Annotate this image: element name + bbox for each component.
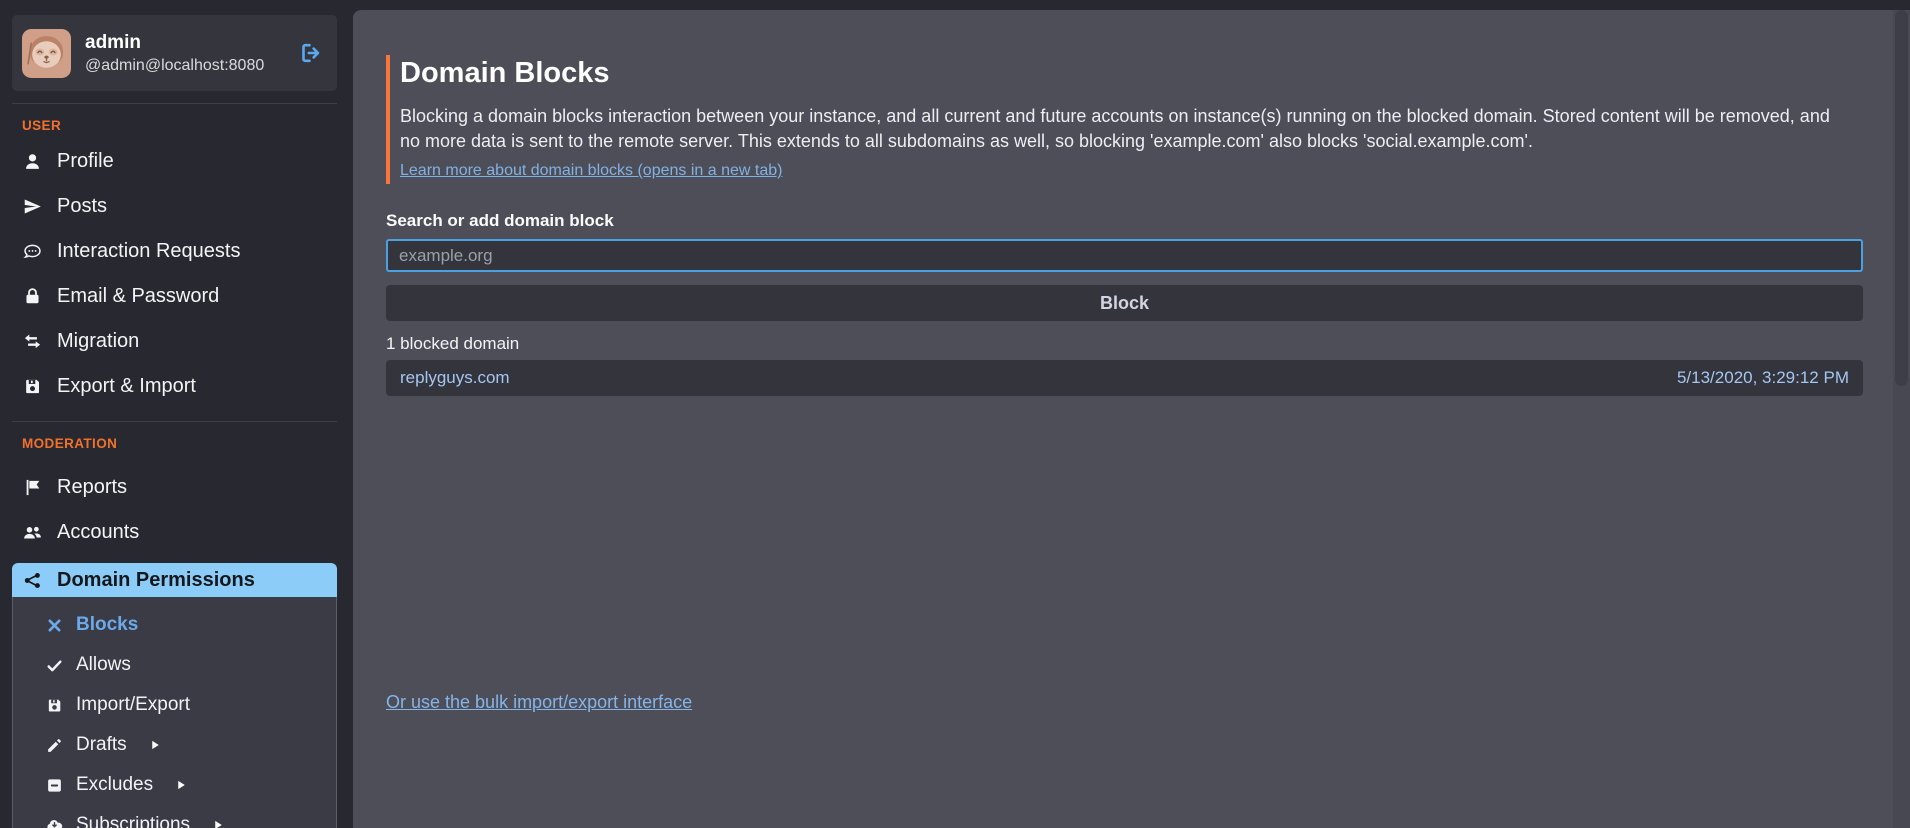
sidebar-item-label: Domain Permissions [57, 569, 255, 592]
submenu-item-label: Blocks [76, 614, 138, 636]
lock-icon [22, 286, 43, 307]
submenu-item-label: Excludes [76, 774, 153, 796]
main-panel: Domain Blocks Blocking a domain blocks i… [353, 10, 1910, 828]
domain-search-input[interactable] [386, 239, 1863, 272]
sidebar-item-label: Email & Password [57, 285, 219, 308]
sidebar-item-label: Export & Import [57, 375, 196, 398]
cloud-arrow-down-icon [45, 816, 63, 828]
user-info: admin @admin@localhost:8080 [85, 32, 285, 75]
moderation-nav: Reports Accounts [12, 465, 337, 828]
avatar [22, 29, 71, 78]
sidebar-item-accounts[interactable]: Accounts [12, 510, 337, 555]
page-title: Domain Blocks [400, 57, 1846, 90]
user-nav: Profile Posts Interaction Requests [12, 139, 337, 409]
sidebar-divider [12, 103, 337, 104]
logout-icon[interactable] [299, 41, 323, 65]
blocked-count: 1 blocked domain [386, 334, 1863, 354]
section-header-user: USER [12, 112, 337, 139]
submenu-item-subscriptions[interactable]: Subscriptions [13, 805, 336, 828]
square-minus-icon [45, 776, 63, 794]
sidebar-item-label: Reports [57, 476, 127, 499]
sidebar-item-label: Posts [57, 195, 107, 218]
domain-permissions-submenu: Blocks Allows [12, 597, 337, 828]
sidebar-item-migration[interactable]: Migration [12, 319, 337, 364]
submenu-item-drafts[interactable]: Drafts [13, 725, 336, 765]
block-button[interactable]: Block [386, 285, 1863, 321]
sidebar-item-email-password[interactable]: Email & Password [12, 274, 337, 319]
submenu-item-label: Allows [76, 654, 131, 676]
sidebar-item-reports[interactable]: Reports [12, 465, 337, 510]
users-icon [22, 522, 43, 543]
page-intro: Domain Blocks Blocking a domain blocks i… [386, 55, 1846, 184]
user-card: admin @admin@localhost:8080 [12, 15, 337, 91]
page-description: Blocking a domain blocks interaction bet… [400, 104, 1846, 153]
share-nodes-icon [22, 570, 43, 591]
blocked-domain-name[interactable]: replyguys.com [400, 368, 510, 388]
user-handle: @admin@localhost:8080 [85, 57, 285, 75]
submenu-item-excludes[interactable]: Excludes [13, 765, 336, 805]
user-icon [22, 151, 43, 172]
search-label: Search or add domain block [386, 211, 1863, 231]
blocked-domain-row[interactable]: replyguys.com 5/13/2020, 3:29:12 PM [386, 360, 1863, 396]
scrollbar[interactable] [1893, 10, 1910, 828]
xmark-icon [45, 616, 63, 634]
pencil-icon [45, 736, 63, 754]
learn-more-link[interactable]: Learn more about domain blocks (opens in… [400, 162, 782, 180]
user-display-name: admin [85, 32, 285, 54]
sidebar-item-domain-permissions[interactable]: Domain Permissions [12, 563, 337, 597]
submenu-item-label: Subscriptions [76, 814, 190, 828]
flag-icon [22, 477, 43, 498]
sidebar-item-label: Interaction Requests [57, 240, 240, 263]
submenu-item-allows[interactable]: Allows [13, 645, 336, 685]
caret-right-icon [149, 739, 161, 751]
submenu-item-import-export[interactable]: Import/Export [13, 685, 336, 725]
scrollbar-thumb[interactable] [1895, 10, 1908, 386]
check-icon [45, 656, 63, 674]
sidebar-divider [12, 421, 337, 422]
paper-plane-icon [22, 196, 43, 217]
caret-right-icon [212, 819, 224, 828]
sidebar-item-label: Profile [57, 150, 114, 173]
sidebar-item-export-import[interactable]: Export & Import [12, 364, 337, 409]
section-header-moderation: MODERATION [12, 430, 337, 457]
submenu-item-blocks[interactable]: Blocks [13, 605, 336, 645]
blocked-domain-date: 5/13/2020, 3:29:12 PM [1677, 368, 1849, 388]
floppy-disk-icon [22, 376, 43, 397]
sidebar-item-interaction-requests[interactable]: Interaction Requests [12, 229, 337, 274]
sidebar-item-label: Accounts [57, 521, 139, 544]
right-left-arrows-icon [22, 331, 43, 352]
submenu-item-label: Import/Export [76, 694, 190, 716]
comment-dots-icon [22, 241, 43, 262]
bulk-import-export-link[interactable]: Or use the bulk import/export interface [386, 692, 692, 713]
sidebar-item-label: Migration [57, 330, 139, 353]
submenu-item-label: Drafts [76, 734, 127, 756]
caret-right-icon [175, 779, 187, 791]
floppy-disk-icon [45, 696, 63, 714]
sidebar-item-posts[interactable]: Posts [12, 184, 337, 229]
sidebar: admin @admin@localhost:8080 USER Profile… [0, 0, 353, 828]
sidebar-item-profile[interactable]: Profile [12, 139, 337, 184]
